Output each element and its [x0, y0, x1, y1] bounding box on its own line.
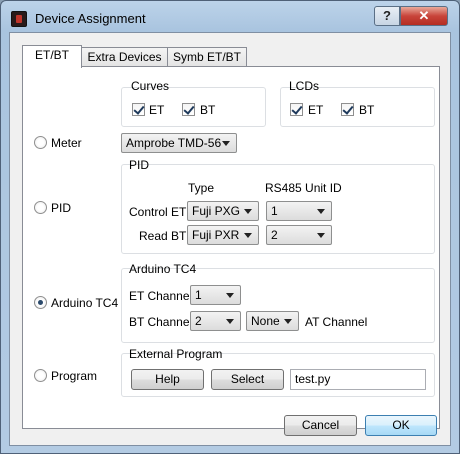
chevron-down-icon [284, 319, 292, 324]
curves-title: Curves [131, 79, 170, 93]
read-bt-unit-value: 2 [271, 228, 278, 242]
select-button[interactable]: Select [211, 369, 284, 390]
chevron-down-icon [317, 209, 325, 214]
chevron-down-icon [317, 233, 325, 238]
ok-button[interactable]: OK [365, 415, 437, 436]
curves-et-label: ET [149, 103, 165, 117]
external-program-title: External Program [129, 347, 223, 361]
et-channel-select[interactable]: 1 [190, 285, 241, 305]
bt-channel-label: BT Channel [129, 315, 193, 329]
arduino-group [121, 268, 435, 343]
chevron-down-icon [222, 141, 230, 146]
meter-radio[interactable] [34, 136, 47, 149]
lcds-title: LCDs [289, 79, 320, 93]
device-assignment-window: Device Assignment ? ✕ ET/BT Extra Device… [0, 0, 460, 454]
dialog-body: ET/BT Extra Devices Symb ET/BT Curves ET… [9, 32, 451, 446]
pid-radio[interactable] [34, 201, 47, 214]
lcds-et-checkbox[interactable] [290, 103, 303, 116]
meter-device-value: Amprobe TMD-56 [126, 136, 222, 150]
chevron-down-icon [226, 293, 234, 298]
help-button[interactable]: Help [131, 369, 204, 390]
chevron-down-icon [226, 319, 234, 324]
curves-bt-checkbox[interactable] [182, 103, 195, 116]
tab-et-bt[interactable]: ET/BT [22, 45, 82, 68]
read-bt-label: Read BT [139, 229, 187, 243]
app-icon [11, 11, 27, 27]
control-et-type-select[interactable]: Fuji PXG [187, 201, 259, 221]
pid-label: PID [51, 201, 72, 215]
program-path-input[interactable]: test.py [290, 369, 426, 390]
pid-group-title: PID [129, 158, 150, 172]
lcds-bt-checkbox[interactable] [341, 103, 354, 116]
bt-channel-select[interactable]: 2 [190, 311, 241, 331]
program-label: Program [51, 369, 98, 383]
arduino-group-title: Arduino TC4 [129, 262, 197, 276]
et-channel-value: 1 [195, 288, 202, 302]
at-channel-value: None [251, 314, 280, 328]
curves-bt-label: BT [200, 103, 216, 117]
control-et-type-value: Fuji PXG [192, 204, 241, 218]
pid-type-header: Type [188, 181, 215, 195]
curves-et-checkbox[interactable] [132, 103, 145, 116]
at-channel-label: AT Channel [305, 315, 368, 329]
read-bt-unit-select[interactable]: 2 [266, 225, 332, 245]
cancel-button[interactable]: Cancel [284, 415, 357, 436]
lcds-bt-label: BT [359, 103, 375, 117]
read-bt-type-value: Fuji PXR [192, 228, 240, 242]
et-channel-label: ET Channel [129, 289, 193, 303]
meter-device-select[interactable]: Amprobe TMD-56 [121, 133, 237, 153]
meter-label: Meter [51, 136, 82, 150]
close-icon[interactable]: ✕ [400, 6, 448, 26]
arduino-radio[interactable] [34, 296, 47, 309]
title-bar: Device Assignment ? ✕ [1, 1, 459, 33]
tab-extra-devices[interactable]: Extra Devices [81, 47, 168, 68]
control-et-unit-select[interactable]: 1 [266, 201, 332, 221]
window-title: Device Assignment [35, 11, 146, 26]
arduino-label: Arduino TC4 [51, 296, 119, 310]
at-channel-select[interactable]: None [246, 311, 299, 331]
read-bt-type-select[interactable]: Fuji PXR [187, 225, 259, 245]
program-radio[interactable] [34, 369, 47, 382]
chevron-down-icon [244, 209, 252, 214]
tab-symb-et-bt[interactable]: Symb ET/BT [167, 47, 247, 68]
pid-unit-header: RS485 Unit ID [265, 181, 342, 195]
bt-channel-value: 2 [195, 314, 202, 328]
control-et-label: Control ET [129, 205, 187, 219]
help-icon[interactable]: ? [374, 6, 400, 26]
control-et-unit-value: 1 [271, 204, 278, 218]
tab-panel-et-bt: Curves ET BT LCDs ET BT Meter Amprobe TM… [22, 66, 440, 429]
lcds-et-label: ET [308, 103, 324, 117]
lcds-group [280, 87, 435, 127]
chevron-down-icon [244, 233, 252, 238]
